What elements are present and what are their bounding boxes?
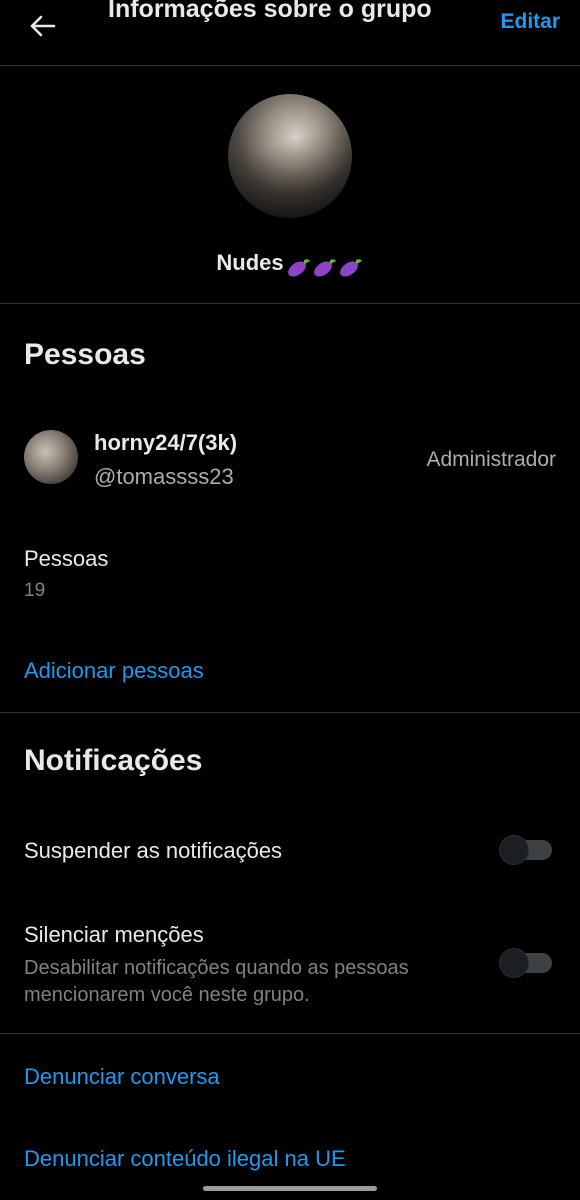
eggplant-icon	[287, 259, 310, 277]
home-indicator	[203, 1186, 377, 1191]
divider	[0, 1033, 580, 1034]
add-people-link[interactable]: Adicionar pessoas	[24, 658, 204, 684]
snooze-notifications-toggle[interactable]	[500, 836, 552, 864]
group-name-emojis	[286, 253, 364, 279]
toggle-knob	[500, 836, 528, 864]
eggplant-icon	[339, 259, 362, 277]
member-avatar	[24, 430, 78, 484]
report-conversation-link[interactable]: Denunciar conversa	[24, 1064, 220, 1090]
mute-mentions-label: Silenciar menções	[24, 922, 204, 947]
member-name: horny24/7(3k)	[94, 430, 238, 455]
avatar-image-shade	[228, 94, 352, 218]
member-handle: @tomassss23	[94, 464, 234, 489]
edit-button[interactable]: Editar	[500, 10, 560, 34]
notifications-section-title: Notificações	[24, 744, 203, 777]
people-section-title: Pessoas	[24, 338, 146, 371]
divider	[0, 712, 580, 713]
back-button[interactable]	[22, 8, 62, 44]
group-name: Nudes	[216, 250, 284, 275]
people-count-value: 19	[24, 580, 46, 601]
eggplant-icon	[313, 259, 336, 277]
mute-mentions-toggle[interactable]	[500, 949, 552, 977]
page-title: Informações sobre o grupo	[108, 0, 432, 23]
group-avatar[interactable]	[228, 94, 352, 218]
people-count-label: Pessoas	[24, 546, 109, 571]
member-role-badge: Administrador	[426, 448, 556, 471]
group-name-row: Nudes	[0, 250, 580, 279]
report-illegal-content-eu-link[interactable]: Denunciar conteúdo ilegal na UE	[24, 1146, 346, 1172]
toggle-knob	[500, 949, 528, 977]
arrow-left-icon	[30, 15, 56, 37]
top-app-bar: Informações sobre o grupo Editar	[0, 0, 580, 66]
member-row[interactable]: horny24/7(3k) @tomassss23 Administrador	[0, 420, 580, 500]
snooze-notifications-label: Suspender as notificações	[24, 838, 283, 863]
mute-mentions-description: Desabilitar notificações quando as pesso…	[24, 957, 409, 1006]
group-summary: Nudes	[0, 66, 580, 304]
